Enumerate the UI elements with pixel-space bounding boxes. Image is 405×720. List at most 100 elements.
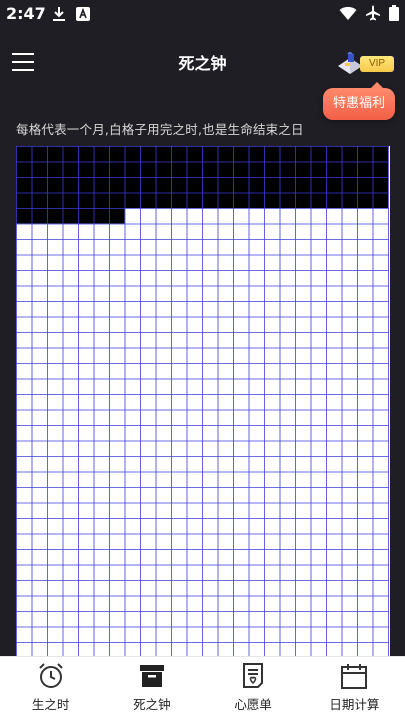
used-month-cell [341,161,357,177]
used-month-cell [264,177,280,193]
used-month-cell [310,177,326,193]
used-month-cell [217,192,233,208]
used-month-cell [31,161,47,177]
used-month-cell [155,192,171,208]
tab-label: 死之钟 [133,697,171,712]
used-month-cell [279,146,295,162]
used-month-cell [326,177,342,193]
used-month-cell [341,177,357,193]
used-month-cell [93,192,109,208]
tab-wish-list[interactable]: 心愿单 [203,657,304,720]
used-month-cell [109,177,125,193]
used-month-cell [78,177,94,193]
wifi-icon [339,6,357,20]
used-month-cell [109,192,125,208]
used-month-cell [217,161,233,177]
used-month-cell [248,177,264,193]
used-month-cell [171,161,187,177]
used-month-cell [109,161,125,177]
used-month-cell [310,192,326,208]
used-month-cell [16,208,32,224]
used-month-cell [124,161,140,177]
used-month-cell [62,192,78,208]
used-month-cell [295,192,311,208]
used-month-cell [31,192,47,208]
used-month-cell [372,146,388,162]
used-month-cell [326,161,342,177]
vip-label: VIP [360,56,394,72]
tab-life-time[interactable]: 生之时 [0,657,101,720]
used-month-cell [248,192,264,208]
used-month-cell [47,146,63,162]
used-month-cell [47,161,63,177]
used-month-cell [248,146,264,162]
used-month-cell [264,161,280,177]
wish-list-icon [243,663,264,688]
used-month-cell [155,146,171,162]
tab-date-calc[interactable]: 日期计算 [304,657,405,720]
used-month-cell [109,146,125,162]
used-month-cell [47,208,63,224]
tab-death-clock[interactable]: 死之钟 [101,657,202,720]
used-month-cell [124,192,140,208]
box-icon [139,665,164,687]
used-month-cell [93,177,109,193]
used-month-cell [202,177,218,193]
used-month-cell [16,161,32,177]
used-month-cell [78,146,94,162]
tab-label: 生之时 [31,697,70,712]
used-month-cell [93,208,109,224]
used-month-cell [171,177,187,193]
used-month-cell [16,146,32,162]
used-month-cell [124,146,140,162]
used-month-cell [47,177,63,193]
used-month-cell [217,177,233,193]
used-month-cell [62,146,78,162]
used-month-cell [341,192,357,208]
used-month-cell [78,192,94,208]
used-month-cell [217,146,233,162]
used-month-cell [202,146,218,162]
used-month-cell [357,161,373,177]
used-month-cell [140,161,156,177]
used-month-cell [171,192,187,208]
vip-button[interactable]: VIP [336,52,394,76]
used-month-cell [93,146,109,162]
used-month-cell [31,177,47,193]
used-month-cell [93,161,109,177]
battery-icon [389,5,399,21]
bottom-nav: 生之时 死之钟 心愿单 日期计算 [0,656,405,720]
life-grid [16,146,390,656]
used-month-cell [279,161,295,177]
used-month-cell [16,192,32,208]
used-month-cell [326,192,342,208]
promo-button[interactable]: 特惠福利 [323,82,395,120]
alarm-clock-icon [38,663,63,688]
used-month-cell [31,208,47,224]
grid-caption: 每格代表一个月,白格子用完之时,也是生命结束之日 [16,122,304,137]
used-month-cell [248,161,264,177]
used-month-cell [264,192,280,208]
calendar-icon [341,664,368,689]
used-month-cell [62,177,78,193]
used-month-cell [279,192,295,208]
used-month-cell [233,146,249,162]
airplane-icon [366,5,380,21]
used-month-cell [186,192,202,208]
used-month-cell [295,161,311,177]
used-month-cell [326,146,342,162]
used-month-cell [357,146,373,162]
used-month-cell [357,192,373,208]
tab-label: 心愿单 [234,697,272,712]
used-month-cell [233,192,249,208]
used-month-cell [155,161,171,177]
used-month-cell [310,161,326,177]
used-month-cell [341,146,357,162]
used-month-cell [140,192,156,208]
used-month-cell [295,146,311,162]
used-month-cell [62,208,78,224]
used-month-cell [202,192,218,208]
used-month-cell [372,161,388,177]
used-month-cell [372,192,388,208]
used-month-cell [47,192,63,208]
